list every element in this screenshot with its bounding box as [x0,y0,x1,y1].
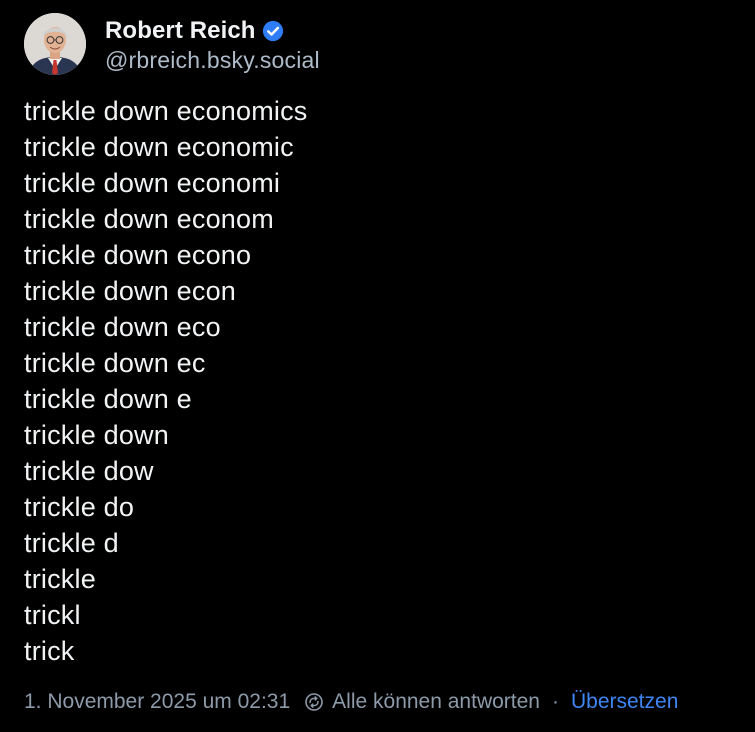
post-header: Robert Reich @rbreich.bsky.social [24,12,320,76]
post-text: trickle down economics trickle down econo… [24,93,308,669]
post-text-line: trickle down [24,420,169,450]
name-row: Robert Reich [105,15,320,47]
verified-badge-icon[interactable] [262,20,284,42]
post-text-line: trickle down economic [24,132,294,162]
post-text-line: trickle down economics [24,96,308,126]
post-text-line: trickle dow [24,456,154,486]
author-display-name[interactable]: Robert Reich [105,17,256,45]
post-text-line: trickle down economi [24,168,281,198]
post-text-line: trickle down econom [24,204,274,234]
translate-link[interactable]: Übersetzen [571,690,678,714]
avatar-photo [24,13,86,75]
post-text-line: trickle [24,564,96,594]
reply-setting-label[interactable]: Alle können antworten [332,690,540,714]
post-text-line: trickle down ec [24,348,206,378]
post-text-line: trickle down econo [24,240,252,270]
post-text-line: trickle down econ [24,276,237,306]
avatar[interactable] [24,13,86,75]
reply-settings-icon [304,692,324,712]
post-text-line: trickle d [24,528,119,558]
post-text-line: trickl [24,600,81,630]
post-meta: 1. November 2025 um 02:31 Alle können an… [24,688,678,716]
author-block: Robert Reich @rbreich.bsky.social [105,15,320,74]
post-text-line: trickle down e [24,384,192,414]
author-handle[interactable]: @rbreich.bsky.social [105,47,320,74]
post-text-line: trickle do [24,492,135,522]
post: Robert Reich @rbreich.bsky.social trickl… [0,0,755,732]
meta-separator: · [551,690,559,713]
post-text-line: trick [24,636,75,666]
post-timestamp[interactable]: 1. November 2025 um 02:31 [24,690,290,714]
post-text-line: trickle down eco [24,312,221,342]
